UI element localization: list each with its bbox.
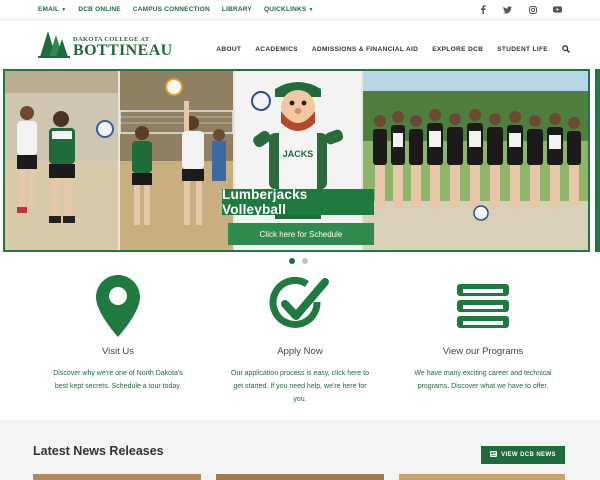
slide-photo-players <box>5 71 118 250</box>
slide-title: Lumberjacks Volleyball <box>222 187 374 217</box>
mascot-shirt-text: JACKS <box>283 149 314 159</box>
utility-link-dcb-online[interactable]: DCB ONLINE <box>78 6 120 13</box>
nav-about[interactable]: ABOUT <box>216 46 241 53</box>
main-menu: ABOUT ACADEMICS ADMISSIONS & FINANCIAL A… <box>216 40 570 58</box>
hero-slider: JACKS Lumberjacks Volleyball Click here … <box>0 67 600 255</box>
utility-bar: EMAIL ▼ DCB ONLINE CAMPUS CONNECTION LIBR… <box>0 0 600 20</box>
slide-photo-team <box>363 71 588 250</box>
news-thumbnail[interactable] <box>216 474 384 480</box>
pine-trees-logo-icon <box>38 31 70 58</box>
chevron-down-icon: ▼ <box>61 6 67 13</box>
utility-link-quicklinks[interactable]: QUICKLINKS ▼ <box>264 6 314 13</box>
feature-title: Apply Now <box>277 346 323 357</box>
social-links <box>478 5 562 14</box>
slider-pagination <box>289 258 308 264</box>
search-icon[interactable] <box>562 40 570 58</box>
instagram-icon[interactable] <box>528 5 537 14</box>
nav-academics[interactable]: ACADEMICS <box>255 46 298 53</box>
utility-link-campus-connection[interactable]: CAMPUS CONNECTION <box>133 6 210 13</box>
twitter-icon[interactable] <box>503 5 512 14</box>
news-heading: Latest News Releases <box>33 444 164 458</box>
feature-description: Discover why we're one of North Dakota's… <box>53 370 183 390</box>
view-news-button[interactable]: VIEW DCB NEWS <box>481 446 565 464</box>
nav-explore-dcb[interactable]: EXPLORE DCB <box>432 46 483 53</box>
logo-line-2: BOTTINEAU <box>73 42 173 59</box>
nav-student-life[interactable]: STUDENT LIFE <box>497 46 548 53</box>
feature-title: View our Programs <box>442 346 524 357</box>
chevron-down-icon: ▼ <box>308 6 314 13</box>
feature-visit-us[interactable]: Visit Us Discover why we're one of North… <box>38 268 198 393</box>
main-header: DAKOTA COLLEGE AT BOTTINEAU ABOUT ACADEM… <box>0 20 600 68</box>
slider-dot-1[interactable] <box>289 258 295 264</box>
nav-admissions[interactable]: ADMISSIONS & FINANCIAL AID <box>312 46 418 53</box>
news-thumbnail[interactable] <box>399 474 565 480</box>
feature-description: We have many exciting career and technic… <box>414 370 552 390</box>
logo-text: DAKOTA COLLEGE AT BOTTINEAU <box>73 36 173 59</box>
college-logo[interactable]: DAKOTA COLLEGE AT BOTTINEAU <box>38 29 173 59</box>
utility-links: EMAIL ▼ DCB ONLINE CAMPUS CONNECTION LIBR… <box>38 6 314 13</box>
feature-apply-now[interactable]: Apply Now Our application process is eas… <box>220 268 380 406</box>
slide-photo-net-play <box>120 71 233 250</box>
map-pin-icon <box>38 272 198 340</box>
feature-title: Visit Us <box>101 346 135 357</box>
next-slide-edge[interactable] <box>595 69 600 252</box>
news-section: Latest News Releases VIEW DCB NEWS <box>0 420 600 480</box>
feature-view-programs[interactable]: View our Programs We have many exciting … <box>403 268 563 393</box>
utility-link-library[interactable]: LIBRARY <box>222 6 252 13</box>
books-icon <box>403 272 563 340</box>
slide-schedule-link[interactable]: Click here for Schedule <box>228 223 374 245</box>
feature-section: Visit Us Discover why we're one of North… <box>0 268 600 418</box>
newspaper-icon <box>490 451 497 459</box>
news-thumbnail[interactable] <box>33 474 201 480</box>
check-circle-icon <box>220 272 380 340</box>
utility-link-email[interactable]: EMAIL ▼ <box>38 6 66 13</box>
feature-description: Our application process is easy, click h… <box>231 370 369 403</box>
facebook-icon[interactable] <box>478 5 487 14</box>
youtube-icon[interactable] <box>553 5 562 14</box>
slider-dot-2[interactable] <box>302 258 308 264</box>
